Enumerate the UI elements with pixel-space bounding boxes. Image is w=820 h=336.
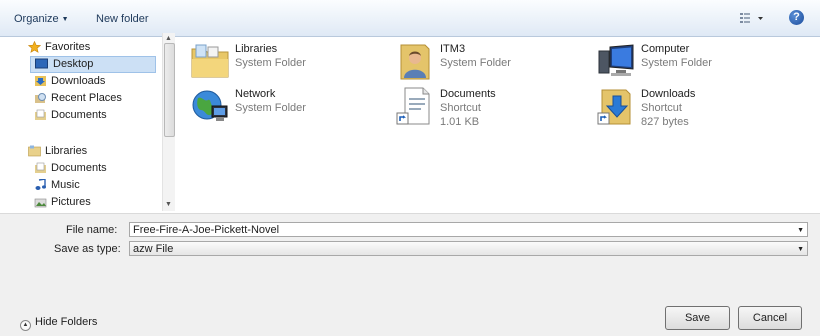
hide-folders-label: Hide Folders: [35, 316, 98, 328]
item-type: System Folder: [235, 102, 306, 114]
star-icon: [28, 41, 41, 53]
user-folder-icon: [400, 44, 430, 80]
item-name: Network: [235, 88, 276, 100]
organize-button[interactable]: Organize ▼: [14, 13, 69, 25]
documents-icon: [35, 162, 46, 173]
documents-icon: [35, 109, 46, 120]
item-type: System Folder: [641, 57, 712, 69]
nav-item-label: Pictures: [51, 196, 91, 208]
new-folder-button[interactable]: New folder: [96, 13, 149, 25]
save-type-select[interactable]: azw File ▼: [129, 241, 808, 256]
item-itm3[interactable]: ITM3 System Folder: [395, 41, 575, 85]
nav-item-desktop[interactable]: Desktop: [30, 56, 156, 73]
chevron-down-icon: ▼: [61, 16, 69, 23]
item-name: Documents: [440, 88, 496, 100]
hide-folders-button[interactable]: ▲ Hide Folders: [20, 316, 97, 331]
item-name: Computer: [641, 43, 690, 55]
change-view-button[interactable]: [738, 11, 766, 25]
pictures-icon: [34, 198, 47, 208]
item-type: System Folder: [235, 57, 306, 69]
nav-libraries-label: Libraries: [45, 145, 88, 157]
cancel-button[interactable]: Cancel: [738, 306, 802, 330]
nav-item-label: Music: [51, 179, 80, 191]
desktop-icon: [35, 58, 48, 69]
item-libraries[interactable]: Libraries System Folder: [190, 41, 370, 85]
item-type: Shortcut: [440, 102, 481, 114]
scroll-thumb[interactable]: [164, 43, 175, 137]
computer-icon: [598, 44, 634, 76]
nav-scrollbar[interactable]: ▲ ▼: [162, 33, 175, 211]
file-name-input[interactable]: Free-Fire-A-Joe-Pickett-Novel ▼: [129, 222, 808, 237]
file-name-label: File name:: [66, 224, 118, 236]
item-size: 1.01 KB: [440, 116, 480, 128]
scroll-up-icon[interactable]: ▲: [165, 35, 172, 42]
downloads-icon: [35, 76, 46, 86]
chevron-up-icon: ▲: [20, 320, 31, 331]
nav-item-label: Desktop: [53, 58, 94, 70]
organize-label: Organize: [14, 13, 59, 25]
nav-item-label: Recent Places: [51, 92, 122, 104]
network-icon: [192, 90, 228, 121]
file-name-value: Free-Fire-A-Joe-Pickett-Novel: [133, 224, 280, 236]
item-downloads-shortcut[interactable]: Downloads Shortcut 827 bytes: [596, 86, 776, 130]
recent-places-icon: [35, 93, 46, 103]
nav-item-label: Downloads: [51, 75, 106, 87]
documents-shortcut-icon: [396, 87, 430, 125]
save-type-label: Save as type:: [54, 243, 121, 255]
libraries-icon: [28, 145, 41, 157]
item-name: ITM3: [440, 43, 466, 55]
nav-item-label: Documents: [51, 162, 107, 174]
item-computer[interactable]: Computer System Folder: [596, 41, 776, 85]
command-toolbar: Organize ▼ New folder ?: [0, 0, 820, 37]
item-name: Libraries: [235, 43, 278, 55]
item-type: System Folder: [440, 57, 511, 69]
chevron-down-icon[interactable]: ▼: [797, 242, 804, 257]
item-size: 827 bytes: [641, 116, 689, 128]
music-icon: [35, 179, 46, 190]
libraries-folder-icon: [191, 44, 229, 78]
item-documents-shortcut[interactable]: Documents Shortcut 1.01 KB: [395, 86, 575, 130]
downloads-shortcut-icon: [597, 89, 631, 125]
scroll-down-icon[interactable]: ▼: [165, 201, 172, 208]
nav-item-label: Documents: [51, 109, 107, 121]
save-type-value: azw File: [133, 243, 174, 255]
chevron-down-icon[interactable]: ▼: [797, 223, 804, 238]
item-name: Downloads: [641, 88, 696, 100]
save-button[interactable]: Save: [665, 306, 730, 330]
help-icon[interactable]: ?: [789, 10, 804, 25]
nav-favorites-label: Favorites: [45, 41, 91, 53]
item-type: Shortcut: [641, 102, 682, 114]
navigation-pane: Favorites Desktop Downloads Recent Place…: [0, 37, 162, 213]
item-network[interactable]: Network System Folder: [190, 86, 370, 130]
